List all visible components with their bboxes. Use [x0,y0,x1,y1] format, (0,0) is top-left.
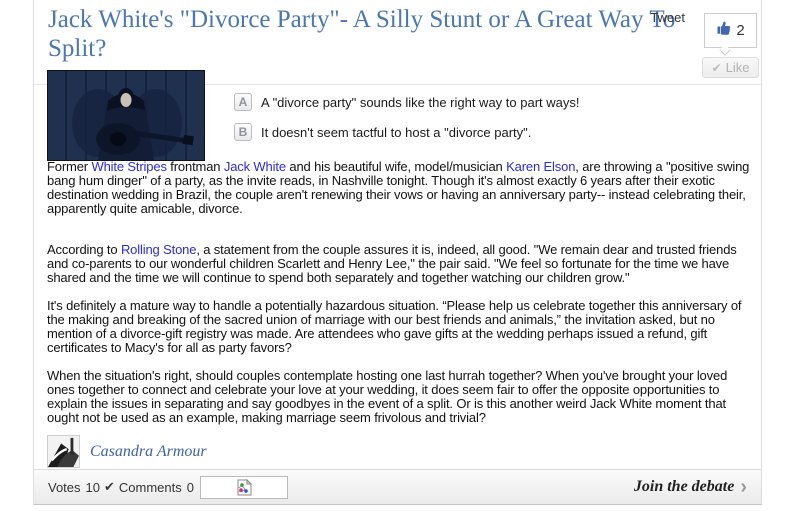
comments-stat: Comments 0 [119,480,194,495]
votes-stat: Votes 10 [48,480,100,495]
broken-image-icon [237,479,252,496]
inline-link[interactable]: Karen Elson [506,159,575,174]
page-title: Jack White's "Divorce Party"- A Silly St… [48,5,693,63]
author-avatar[interactable] [47,435,80,468]
author-byline: Casandra Armour [47,435,207,468]
tweet-button[interactable]: Tweet [650,10,685,25]
thumbs-up-icon [716,20,732,41]
join-debate-label: Join the debate [634,478,734,496]
check-icon: ✔ [712,61,722,75]
like-count-bubble: 2 [704,13,757,48]
inline-link[interactable]: Rolling Stone [121,242,196,257]
poll-option-a[interactable]: A A "divorce party" sounds like the righ… [234,93,580,111]
broken-image-placeholder [200,476,288,499]
author-name-link[interactable]: Casandra Armour [90,443,207,461]
text-run: frontman [167,159,224,174]
option-b-label: It doesn't seem tactful to host a "divor… [261,125,531,140]
text-run: When the situation's right, should coupl… [47,368,727,425]
like-button[interactable]: ✔ Like [702,57,759,78]
chevron-right-icon: › [740,477,747,497]
like-button-label: Like [726,60,750,75]
footer-bar: Votes 10 ✔ Comments 0 Join the debate › [34,469,761,504]
article-body: Former White Stripes frontman Jack White… [47,160,752,439]
article-photo [47,70,205,161]
article-card: Jack White's "Divorce Party"- A Silly St… [33,0,762,505]
option-a-badge: A [234,93,252,111]
text-run: and his beautiful wife, model/musician [286,159,506,174]
poll-option-b[interactable]: B It doesn't seem tactful to host a "div… [234,123,531,141]
inline-link[interactable]: Jack White [224,159,286,174]
article-paragraph: According to Rolling Stone, a statement … [47,243,752,285]
votes-check-icon: ✔ [104,479,115,495]
article-paragraph: Former White Stripes frontman Jack White… [47,160,752,216]
text-run: It's definitely a mature way to handle a… [47,298,741,355]
option-b-badge: B [234,123,252,141]
inline-link[interactable]: White Stripes [91,159,166,174]
article-paragraph: When the situation's right, should coupl… [47,369,752,425]
text-run: Former [47,159,91,174]
article-paragraph: It's definitely a mature way to handle a… [47,299,752,355]
join-debate-link[interactable]: Join the debate › [634,477,747,497]
votes-count: 10 [86,480,100,495]
text-run: According to [47,242,121,257]
votes-label: Votes [48,480,81,495]
like-count: 2 [736,22,744,39]
comments-label: Comments [119,480,182,495]
comments-count: 0 [187,480,194,495]
option-a-label: A "divorce party" sounds like the right … [261,95,580,110]
